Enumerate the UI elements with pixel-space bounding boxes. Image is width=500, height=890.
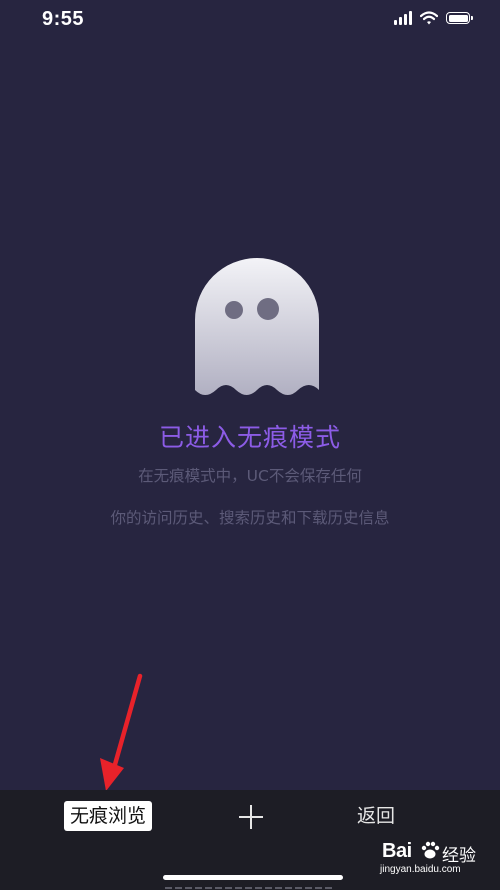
status-time: 9:55 bbox=[42, 8, 85, 30]
battery-icon bbox=[446, 12, 473, 24]
description-line-2: 你的访问历史、搜索历史和下载历史信息 bbox=[110, 509, 390, 527]
page-title: 已进入无痕模式 bbox=[158, 423, 341, 452]
baidu-watermark: Bai 经验 jingyan.baidu.com bbox=[376, 838, 486, 880]
status-icons bbox=[394, 11, 473, 25]
plus-icon[interactable] bbox=[236, 802, 266, 832]
home-indicator[interactable] bbox=[163, 875, 343, 880]
annotation-arrow bbox=[100, 673, 143, 791]
description-line-1: 在无痕模式中，UC不会保存任何 bbox=[138, 467, 362, 485]
bottom-toolbar: 无痕浏览 返回 Bai 经验 jingyan.baidu.com bbox=[0, 790, 500, 890]
signal-icon bbox=[394, 11, 412, 25]
status-bar: 9:55 bbox=[0, 0, 500, 44]
watermark-logo: Bai bbox=[382, 840, 412, 862]
watermark-url: jingyan.baidu.com bbox=[380, 864, 461, 875]
bottom-strip bbox=[165, 887, 335, 889]
back-button[interactable]: 返回 bbox=[357, 803, 395, 829]
incognito-browse-button[interactable]: 无痕浏览 bbox=[64, 801, 153, 831]
paw-icon bbox=[421, 841, 440, 859]
watermark-brand: 经验 bbox=[442, 846, 476, 866]
ghost-icon bbox=[194, 258, 320, 398]
wifi-icon bbox=[420, 11, 438, 25]
